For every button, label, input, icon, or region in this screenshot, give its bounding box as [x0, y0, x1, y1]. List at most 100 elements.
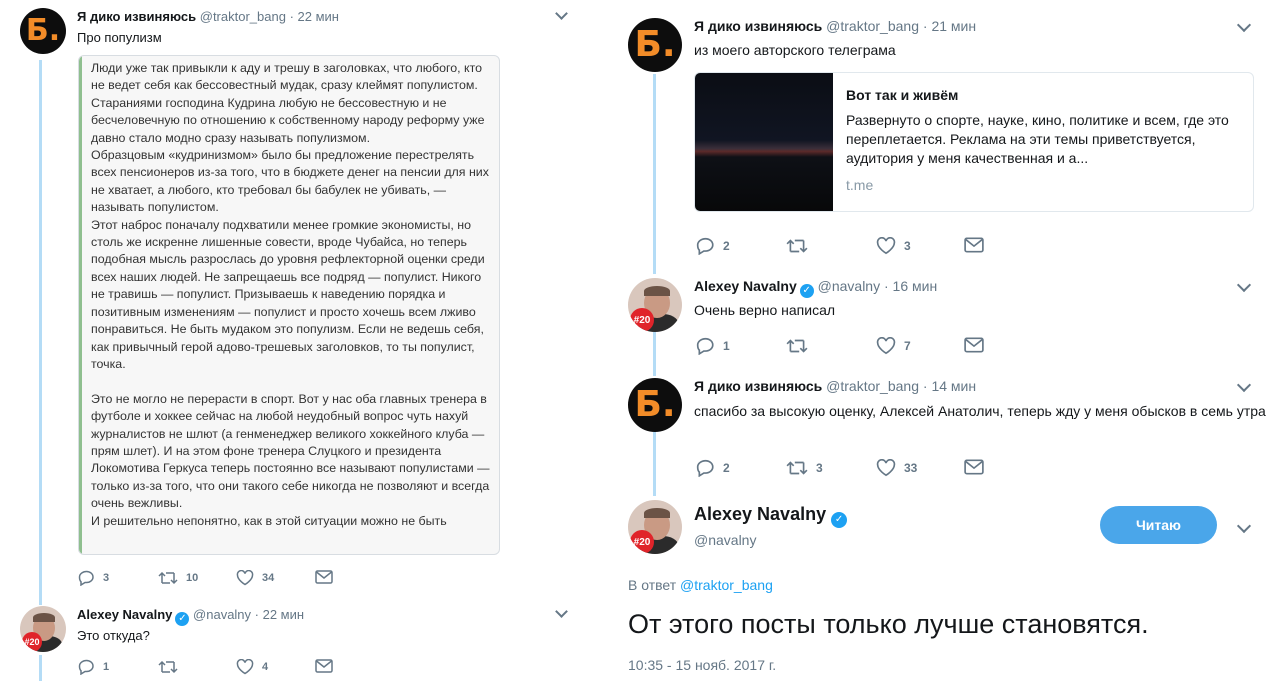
tweet-actions: 1 4	[78, 659, 378, 679]
avatar-badge: #20	[22, 632, 42, 652]
tweet-timestamp[interactable]: 10:35 - 15 нояб. 2017 г.	[628, 657, 776, 673]
tweet-text: спасибо за высокую оценку, Алексей Анато…	[694, 403, 1266, 419]
avatar[interactable]: #20	[628, 500, 682, 554]
avatar-hair	[33, 613, 55, 622]
message-button[interactable]	[315, 570, 333, 584]
avatar[interactable]: Б.	[628, 18, 682, 72]
author-name[interactable]: Я дико извиняюсь	[694, 378, 822, 394]
like-count: 4	[262, 661, 269, 673]
message-icon	[315, 570, 333, 584]
chevron-down-icon[interactable]	[555, 7, 568, 20]
author-handle[interactable]: @navalny	[193, 607, 251, 622]
retweet-button[interactable]: 3	[786, 459, 823, 477]
author-name[interactable]: Alexey Navalny	[694, 278, 797, 294]
follow-button[interactable]: Читаю	[1100, 506, 1217, 544]
retweet-button[interactable]	[158, 659, 178, 675]
like-icon	[236, 659, 254, 675]
retweet-icon	[158, 660, 178, 674]
tweet-text: из моего авторского телеграма	[694, 42, 896, 58]
reply-handle-link[interactable]: @traktor_bang	[680, 577, 773, 593]
quote-bar	[79, 56, 82, 554]
author-name[interactable]: Alexey Navalny ✓	[694, 504, 848, 528]
author-handle[interactable]: @traktor_bang	[826, 378, 919, 394]
reply-count: 1	[103, 661, 110, 673]
reply-button[interactable]: 1	[696, 337, 730, 355]
avatar-hair	[644, 508, 670, 518]
reply-button[interactable]: 1	[78, 659, 109, 675]
like-count: 34	[262, 572, 275, 584]
message-button[interactable]	[315, 659, 333, 673]
tweet-text: Это откуда?	[77, 628, 150, 643]
author-handle[interactable]: @traktor_bang	[826, 18, 919, 34]
like-button[interactable]: 3	[876, 237, 911, 255]
reply-button[interactable]: 2	[696, 459, 730, 477]
left-panel: Б. Я дико извиняюсь @traktor_bang · 22 м…	[0, 0, 600, 681]
author-handle[interactable]: @navalny	[818, 278, 880, 294]
attached-image[interactable]: Люди уже так привыкли к аду и трешу в за…	[78, 55, 500, 555]
like-icon	[236, 570, 254, 586]
author-handle[interactable]: @traktor_bang	[200, 9, 286, 24]
author-name-text: Alexey Navalny	[694, 504, 827, 524]
retweet-button[interactable]	[786, 237, 808, 255]
avatar[interactable]: Б.	[628, 378, 682, 432]
tweet-time[interactable]: · 22 мин	[255, 607, 304, 622]
like-button[interactable]: 7	[876, 337, 911, 355]
message-icon	[964, 337, 984, 353]
message-button[interactable]	[964, 337, 984, 353]
tweet-actions: 3 10 34	[78, 570, 378, 590]
like-button[interactable]: 4	[236, 659, 268, 675]
message-button[interactable]	[964, 237, 984, 253]
reply-icon	[78, 659, 94, 675]
retweet-button[interactable]	[786, 337, 808, 355]
author-name[interactable]: Alexey Navalny	[77, 607, 172, 622]
tweet-time[interactable]: · 21 мин	[923, 18, 976, 34]
reply-button[interactable]: 2	[696, 237, 730, 255]
author-name[interactable]: Я дико извиняюсь	[77, 9, 196, 24]
chevron-down-icon[interactable]	[1236, 377, 1252, 393]
tweet[interactable]: #20 Alexey Navalny ✓ @navalny · 16 мин Оч…	[612, 268, 1280, 368]
tweet-text: От этого посты только лучше становятся.	[628, 609, 1149, 639]
tweet-time[interactable]: · 16 мин	[884, 278, 937, 294]
chevron-down-icon[interactable]	[1236, 518, 1252, 534]
avatar[interactable]: #20	[20, 606, 66, 652]
tweet-actions: 2 3	[696, 237, 1016, 257]
retweet-count: 10	[186, 572, 199, 584]
message-icon	[964, 237, 984, 253]
tweet[interactable]: #20 Alexey Navalny ✓ @navalny · 22 мин Эт…	[0, 600, 600, 681]
like-button[interactable]: 34	[236, 570, 274, 586]
link-card[interactable]: Вот так и живём Развернуто о спорте, нау…	[694, 72, 1254, 212]
retweet-button[interactable]: 10	[158, 570, 198, 586]
chevron-down-icon[interactable]	[1236, 277, 1252, 293]
author-name[interactable]: Я дико извиняюсь	[694, 18, 822, 34]
tweet-header: Alexey Navalny ✓ @navalny · 16 мин	[694, 278, 937, 298]
tweet[interactable]: Б. Я дико извиняюсь @traktor_bang · 22 м…	[0, 0, 600, 600]
tweet-time[interactable]: · 14 мин	[923, 378, 976, 394]
avatar[interactable]: Б.	[20, 8, 66, 54]
reply-icon	[696, 237, 714, 255]
reply-count: 2	[723, 461, 730, 475]
tweet-text: Очень верно написал	[694, 302, 836, 318]
retweet-icon	[786, 239, 808, 253]
tweet[interactable]: Б. Я дико извиняюсь @traktor_bang · 14 м…	[612, 368, 1280, 490]
reply-icon	[78, 570, 94, 586]
chevron-down-icon[interactable]	[555, 605, 568, 618]
tweet-actions: 2 3 33	[696, 459, 1016, 479]
tweet-time[interactable]: · 22 мин	[290, 9, 339, 24]
avatar[interactable]: #20	[628, 278, 682, 332]
like-button[interactable]: 33	[876, 459, 917, 477]
tweet[interactable]: Б. Я дико извиняюсь @traktor_bang · 21 м…	[612, 0, 1280, 268]
reply-button[interactable]: 3	[78, 570, 109, 586]
tweet-actions: 1 7	[696, 337, 1016, 357]
like-count: 7	[904, 339, 911, 353]
chevron-down-icon[interactable]	[1236, 17, 1252, 33]
image-text: Люди уже так привыкли к аду и трешу в за…	[91, 61, 490, 528]
verified-icon: ✓	[799, 284, 814, 298]
avatar-letter: Б.	[25, 13, 61, 48]
message-icon	[315, 659, 333, 673]
author-handle[interactable]: @navalny	[694, 532, 756, 548]
card-thumbnail	[695, 73, 833, 211]
avatar-badge: #20	[630, 530, 654, 554]
reply-prefix: В ответ	[628, 577, 677, 593]
reply-count: 2	[723, 239, 730, 253]
message-button[interactable]	[964, 459, 984, 475]
